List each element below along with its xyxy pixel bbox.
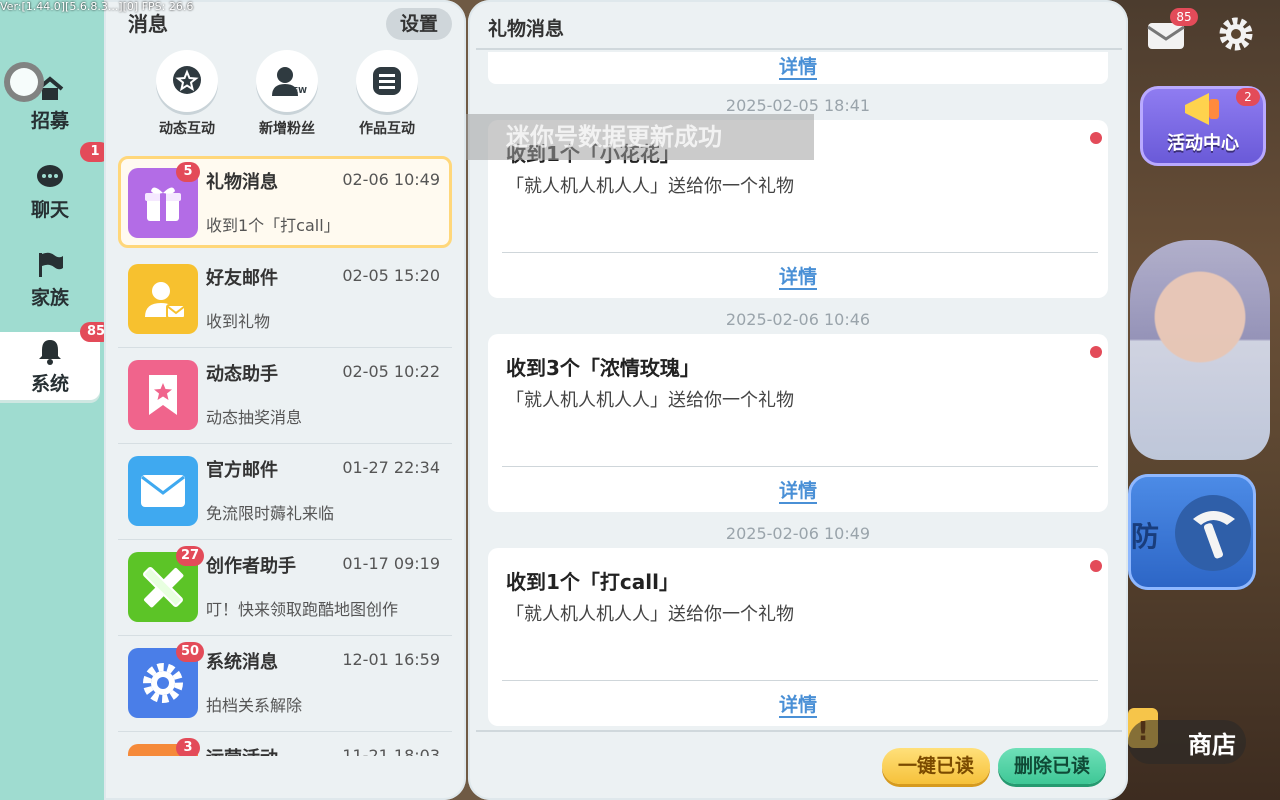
unread-dot [1090,132,1102,144]
mark-all-read-button[interactable]: 一键已读 [882,748,990,784]
divider [502,466,1098,467]
delete-read-button[interactable]: 删除已读 [998,748,1106,784]
card-body: 「就人机人机人人」送给你一个礼物 [506,176,794,197]
unread-badge: 27 [176,546,205,566]
message-preview: 动态抽奖消息 [206,408,303,427]
list-item-friend-mail[interactable]: 好友邮件 02-05 15:20 收到礼物 [118,252,452,348]
message-time: 02-05 15:20 [342,266,440,285]
list-icon [373,67,401,95]
bookmark-star-icon [128,360,198,430]
game-build-button[interactable]: 防 [1128,474,1256,590]
divider [476,730,1122,732]
game-settings-button[interactable] [1214,12,1258,56]
version-text: Ver:[1.44.0][5.6.8.3...][0] FPS: 26.6 [0,0,194,13]
card-body: 「就人机人机人人」送给你一个礼物 [506,390,794,411]
card-title: 收到3个「浓情玫瑰」 [506,356,700,380]
settings-gear-icon [1219,17,1253,51]
unread-badge: 5 [176,162,200,182]
game-build-text: 防 [1131,520,1160,553]
category-dynamic-interaction[interactable]: 动态互动 [142,50,232,138]
megaphone-icon [1185,93,1219,125]
message-list: 5 礼物消息 02-06 10:49 收到1个「打call」 好友邮件 02-0… [118,156,452,756]
list-item-dynamic-assistant[interactable]: 动态助手 02-05 10:22 动态抽奖消息 [118,348,452,444]
list-item-operations-events[interactable]: 3 运营活动 11-21 18:03 [118,732,452,756]
card-timestamp: 2025-02-05 18:41 [725,96,871,115]
nav-item-system[interactable]: 系统 [0,332,100,400]
envelope-icon [128,456,198,526]
message-time: 11-21 18:03 [342,746,440,756]
category-label: 新增粉丝 [259,121,315,137]
new-badge-text: NEW [286,86,307,95]
message-name: 好友邮件 [206,268,278,289]
message-preview: 收到1个「打call」 [206,216,340,235]
message-card: 收到1个「打call」 「就人机人机人人」送给你一个礼物 详情 [488,548,1108,726]
flag-icon [39,252,63,277]
message-preview: 收到礼物 [206,312,271,331]
nav-label-family: 家族 [30,286,69,309]
settings-button[interactable]: 设置 [386,8,452,40]
category-label: 动态互动 [159,121,215,137]
unread-dot [1090,346,1102,358]
chat-icon [37,164,63,187]
message-name: 礼物消息 [206,172,278,193]
friend-mail-icon [128,264,198,334]
message-preview: 叮！快来领取跑酷地图创作 [206,600,399,619]
details-link[interactable]: 详情 [488,262,1108,290]
card-timestamp: 2025-02-06 10:49 [725,524,871,543]
list-item-official-mail[interactable]: 官方邮件 01-27 22:34 免流限时薅礼来临 [118,444,452,540]
message-preview: 拍档关系解除 [206,696,303,715]
activity-center-label: 活动中心 [1167,133,1239,154]
details-link[interactable]: 详情 [488,52,1108,80]
unread-dot [1090,560,1102,572]
floating-assist-button[interactable] [4,62,44,102]
unread-badge: 50 [176,642,205,662]
shop-label: 商店 [1188,730,1236,759]
card-timestamp: 2025-02-06 10:46 [725,310,871,329]
list-item-creator-assistant[interactable]: 27 创作者助手 01-17 09:19 叮！快来领取跑酷地图创作 [118,540,452,636]
list-item-system-messages[interactable]: 50 系统消息 12-01 16:59 拍档关系解除 [118,636,452,732]
message-name: 创作者助手 [206,556,296,577]
nav-label-system: 系统 [30,372,69,395]
message-name: 运营活动 [206,744,278,756]
message-time: 01-17 09:19 [342,554,440,573]
category-new-fans[interactable]: NEW 新增粉丝 [242,50,332,138]
game-character [1130,240,1270,460]
nav-label-recruit: 招募 [30,109,69,132]
message-time: 01-27 22:34 [342,458,440,477]
game-mail-badge: 85 [1170,8,1198,26]
category-work-interaction[interactable]: 作品互动 [342,50,432,138]
shop-button[interactable]: 商店 [1128,720,1246,764]
nav-item-chat[interactable]: 聊天 [0,158,100,226]
category-label: 作品互动 [359,121,415,137]
left-nav: 招募 聊天 1 家族 系统 85 [0,0,120,800]
activity-badge: 2 [1236,88,1260,106]
message-name: 动态助手 [206,364,278,385]
divider [476,48,1122,50]
message-time: 02-06 10:49 [342,170,440,189]
message-name: 官方邮件 [206,460,278,481]
message-time: 02-05 10:22 [342,362,440,381]
message-preview: 免流限时薅礼来临 [206,504,335,523]
divider [502,252,1098,253]
hammer-icon [1175,495,1251,571]
card-title: 收到1个「打call」 [506,570,679,594]
details-link[interactable]: 详情 [488,690,1108,718]
star-bubble-icon [173,66,201,94]
message-card: 收到3个「浓情玫瑰」 「就人机人机人人」送给你一个礼物 详情 [488,334,1108,512]
details-link[interactable]: 详情 [488,476,1108,504]
toast-notification: 迷你号数据更新成功 [466,114,814,160]
nav-label-chat: 聊天 [30,198,69,221]
detail-title: 礼物消息 [488,18,565,40]
list-item-gift-messages[interactable]: 5 礼物消息 02-06 10:49 收到1个「打call」 [118,156,452,248]
nav-item-family[interactable]: 家族 [0,246,100,314]
card-body: 「就人机人机人人」送给你一个礼物 [506,604,794,625]
bell-icon [39,339,61,365]
message-name: 系统消息 [206,652,278,673]
divider [502,680,1098,681]
message-list-panel: 消息 设置 动态互动 NEW 新增粉丝 作品互动 5 礼物消息 02-06 10… [104,0,466,800]
unread-badge: 3 [176,738,200,756]
message-time: 12-01 16:59 [342,650,440,669]
